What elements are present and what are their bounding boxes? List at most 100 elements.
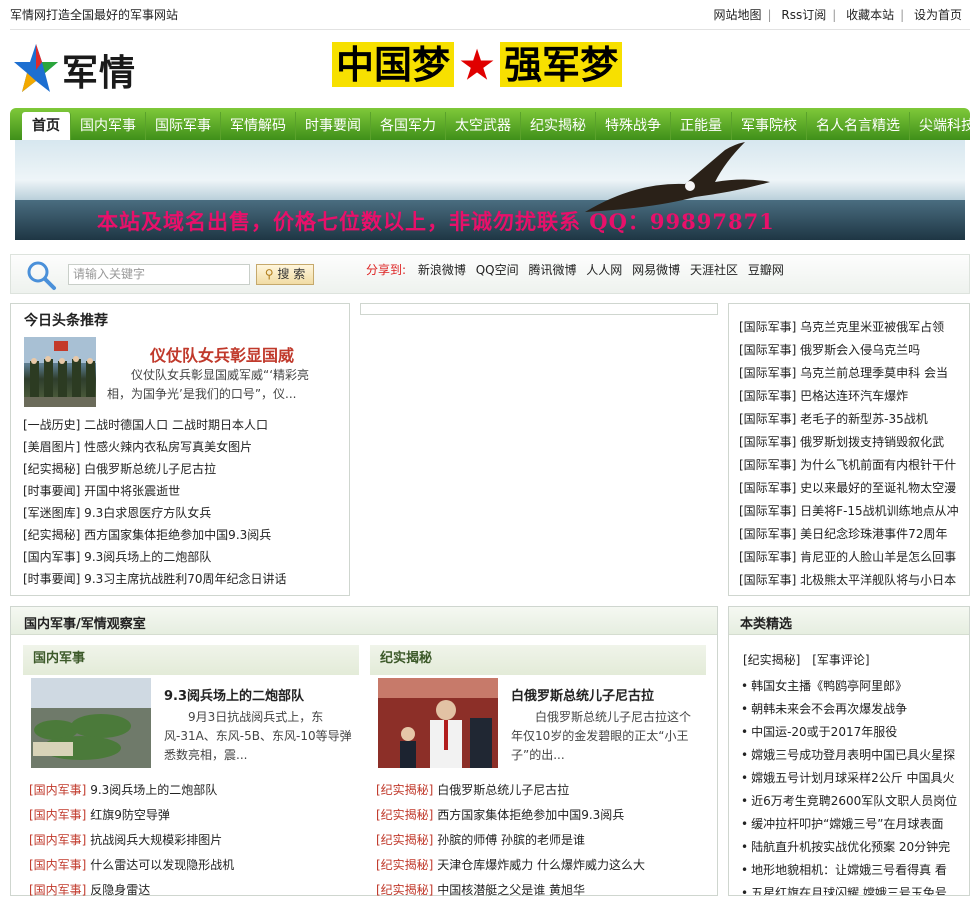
list-item[interactable]: [国际军事] 俄罗斯划拨支持销毁叙化武 xyxy=(739,431,969,454)
nav-news[interactable]: 时事要闻 xyxy=(296,112,371,140)
share-weibo[interactable]: 新浪微博 xyxy=(418,263,466,277)
nav-home[interactable]: 首页 xyxy=(22,112,71,140)
nav-positive-energy[interactable]: 正能量 xyxy=(671,112,732,140)
list-item[interactable]: [国际军事] 为什么飞机前面有内根针干什 xyxy=(739,454,969,477)
list-item[interactable]: [国际军事] 老毛子的新型苏-35战机 xyxy=(739,408,969,431)
rss-link[interactable]: Rss订阅 xyxy=(781,8,826,22)
list-item[interactable]: 五星红旗在月球闪耀 嫦娥三号玉兔号 xyxy=(741,882,969,895)
tag-documentary[interactable]: [纪实揭秘] xyxy=(743,653,800,667)
site-header: 军情网 中国梦★强军梦 xyxy=(10,32,970,146)
top-news-list: [一战历史] 二战时德国人口 二战时期日本人口 [美眉图片] 性感火辣内衣私房写… xyxy=(23,414,287,590)
list-item[interactable]: [国际军事] 北极熊太平洋舰队将与小日本 xyxy=(739,569,969,592)
sitemap-link[interactable]: 网站地图 xyxy=(713,8,761,22)
list-item[interactable]: 地形地貌相机：让嫦娥三号看得真 看 xyxy=(741,859,969,882)
share-tianya[interactable]: 天涯社区 xyxy=(690,263,738,277)
list-item[interactable]: [国际军事] 日美将F-15战机训练地点从冲 xyxy=(739,500,969,523)
list-item[interactable]: [国际军事] 史以来最好的至诞礼物太空漫 xyxy=(739,477,969,500)
list-item[interactable]: [纪实揭秘] 西方国家集体拒绝参加中国9.3阅兵 xyxy=(376,803,706,828)
column-header[interactable]: 纪实揭秘 xyxy=(370,645,706,675)
list-item[interactable]: [美眉图片] 性感火辣内衣私房写真美女图片 xyxy=(23,436,287,458)
domestic-feature-desc: 9月3日抗战阅兵式上，东风-31A、东风-5B、东风-10等导弹悉数亮相，震..… xyxy=(164,710,352,762)
list-item[interactable]: 缓冲拉杆叩护“嫦娥三号”在月球表面 xyxy=(741,813,969,836)
intl-news-list: [国际军事] 乌克兰克里米亚被俄军占领 [国际军事] 俄罗斯会入侵乌克兰吗 [国… xyxy=(739,316,969,592)
section-header: 国内军事/军情观察室 xyxy=(11,607,717,635)
category-picks-list: 韩国女主播《鸭鸥亭阿里郎》 朝韩未来会不会再次爆发战争 中国运-20或于2017… xyxy=(741,675,969,895)
top-bar: 军情网打造全国最好的军事网站 网站地图 | Rss订阅 | 收藏本站 | 设为首页 xyxy=(10,0,970,30)
domestic-feature-title[interactable]: 9.3阅兵场上的二炮部队 xyxy=(164,685,304,704)
category-tags: [纪实揭秘] [军事评论] xyxy=(743,651,878,668)
nav-space-weapons[interactable]: 太空武器 xyxy=(446,112,521,140)
documentary-feature-title[interactable]: 白俄罗斯总统儿子尼古拉 xyxy=(511,685,654,704)
list-item[interactable]: 陆航直升机按实战优化预案 20分钟完 xyxy=(741,836,969,859)
list-item[interactable]: 中国运-20或于2017年服役 xyxy=(741,721,969,744)
list-item[interactable]: [纪实揭秘] 白俄罗斯总统儿子尼古拉 xyxy=(23,458,287,480)
bookmark-link[interactable]: 收藏本站 xyxy=(846,8,894,22)
nav-academies[interactable]: 军事院校 xyxy=(732,112,807,140)
section-title: 国内军事/军情观察室 xyxy=(24,617,146,632)
list-item[interactable]: [军迷图库] 9.3白求恩医疗方队女兵 xyxy=(23,502,287,524)
share-bar: 分享到: 新浪微博 QQ空间 腾讯微博 人人网 网易微博 天涯社区 豆瓣网 xyxy=(366,255,790,285)
share-douban[interactable]: 豆瓣网 xyxy=(748,263,784,277)
top-news-title: 今日头条推荐 xyxy=(24,313,108,329)
share-label: 分享到: xyxy=(366,263,407,277)
main-nav: 首页 国内军事 国际军事 军情解码 时事要闻 各国军力 太空武器 纪实揭秘 特殊战争 正能量 军事院… xyxy=(10,108,970,140)
list-item[interactable]: [时事要闻] 开国中将张震逝世 xyxy=(23,480,287,502)
column-header[interactable]: 国内军事 xyxy=(23,645,359,675)
domestic-feature-image[interactable] xyxy=(31,678,151,768)
top-news-thumbnail[interactable] xyxy=(24,337,96,407)
nav-hitech[interactable]: 尖端科技 xyxy=(910,112,970,140)
nav-quotes[interactable]: 名人名言精选 xyxy=(807,112,910,140)
top-news-headline[interactable]: 仪仗队女兵彰显国威 xyxy=(107,342,337,366)
list-item[interactable]: [国内军事] 抗战阅兵大规模彩排图片 xyxy=(29,828,359,853)
list-item[interactable]: 韩国女主播《鸭鸥亭阿里郎》 xyxy=(741,675,969,698)
list-item[interactable]: [国内军事] 9.3阅兵场上的二炮部队 xyxy=(23,546,287,568)
list-item[interactable]: [国际军事] 乌克兰克里米亚被俄军占领 xyxy=(739,316,969,339)
list-item[interactable]: [纪实揭秘] 天津仓库爆炸威力 什么爆炸威力这么大 xyxy=(376,853,706,878)
share-netease-weibo[interactable]: 网易微博 xyxy=(632,263,680,277)
list-item[interactable]: 嫦娥五号计划月球采样2公斤 中国具火 xyxy=(741,767,969,790)
list-item[interactable]: 近6万考生竞聘2600军队文职人员岗位 xyxy=(741,790,969,813)
documentary-column: 纪实揭秘 白俄罗斯总统儿子尼古拉 白俄罗斯总统儿子尼古拉这个年仅10岁的金发碧眼… xyxy=(370,645,706,897)
list-item[interactable]: [国际军事] 美日纪念珍珠港事件72周年 xyxy=(739,523,969,546)
domestic-list: [国内军事] 9.3阅兵场上的二炮部队 [国内军事] 红旗9防空导弹 [国内军事… xyxy=(29,778,359,903)
list-item[interactable]: 嫦娥三号成功登月表明中国已具火星探 xyxy=(741,744,969,767)
documentary-feature-image[interactable] xyxy=(378,678,498,768)
list-item[interactable]: [纪实揭秘] 孙膑的师傅 孙膑的老师是谁 xyxy=(376,828,706,853)
share-qzone[interactable]: QQ空间 xyxy=(476,263,519,277)
category-picks-box: 本类精选 [纪实揭秘] [军事评论] 韩国女主播《鸭鸥亭阿里郎》 朝韩未来会不会… xyxy=(728,606,970,896)
list-item[interactable]: [国际军事] 巴格达连环汽车爆炸 xyxy=(739,385,969,408)
list-item[interactable]: 朝韩未来会不会再次爆发战争 xyxy=(741,698,969,721)
list-item[interactable]: [国际军事] 俄罗斯会入侵乌克兰吗 xyxy=(739,339,969,362)
search-input[interactable]: 请输入关键字 xyxy=(68,264,250,285)
list-item[interactable]: [时事要闻] 9.3习主席抗战胜利70周年纪念日讲话 xyxy=(23,568,287,590)
nav-decode[interactable]: 军情解码 xyxy=(221,112,296,140)
list-item[interactable]: [国内军事] 9.3阅兵场上的二炮部队 xyxy=(29,778,359,803)
honor-guard-image xyxy=(24,337,96,407)
set-homepage-link[interactable]: 设为首页 xyxy=(914,8,962,22)
share-tencent-weibo[interactable]: 腾讯微博 xyxy=(528,263,576,277)
nav-domestic[interactable]: 国内军事 xyxy=(71,112,146,140)
documentary-list: [纪实揭秘] 白俄罗斯总统儿子尼古拉 [纪实揭秘] 西方国家集体拒绝参加中国9.… xyxy=(376,778,706,903)
list-item[interactable]: [国际军事] 肯尼亚的人脸山羊是怎么回事 xyxy=(739,546,969,569)
list-item[interactable]: [国际军事] 乌克兰前总理季莫申科 会当 xyxy=(739,362,969,385)
list-item[interactable]: [纪实揭秘] 西方国家集体拒绝参加中国9.3阅兵 xyxy=(23,524,287,546)
parade-image xyxy=(31,678,151,768)
site-logo[interactable]: 军情网 xyxy=(12,38,162,146)
share-renren[interactable]: 人人网 xyxy=(586,263,622,277)
top-links: 网站地图 | Rss订阅 | 收藏本站 | 设为首页 xyxy=(713,8,962,22)
intl-news-box: [国际军事] 乌克兰克里米亚被俄军占领 [国际军事] 俄罗斯会入侵乌克兰吗 [国… xyxy=(728,303,970,596)
banner-ad[interactable]: 本站及域名出售，价格七位数以上，非诚勿扰联系 QQ：99897871 xyxy=(15,140,965,240)
list-item[interactable]: [一战历史] 二战时德国人口 二战时期日本人口 xyxy=(23,414,287,436)
tag-commentary[interactable]: [军事评论] xyxy=(812,653,869,667)
category-picks-title: 本类精选 xyxy=(740,617,793,632)
nav-military-power[interactable]: 各国军力 xyxy=(371,112,446,140)
middle-empty-box xyxy=(360,303,718,315)
list-item[interactable]: [国内军事] 什么雷达可以发现隐形战机 xyxy=(29,853,359,878)
list-item[interactable]: [国内军事] 红旗9防空导弹 xyxy=(29,803,359,828)
search-button[interactable]: ⚲ 搜 索 xyxy=(256,264,314,285)
nav-international[interactable]: 国际军事 xyxy=(146,112,221,140)
list-item[interactable]: [纪实揭秘] 白俄罗斯总统儿子尼古拉 xyxy=(376,778,706,803)
top-news-box: 今日头条推荐 仪仗队女兵彰显国威 仪仗队女兵彰显国威军威“‘精彩亮相，为国争光’… xyxy=(10,303,350,596)
nav-documentary[interactable]: 纪实揭秘 xyxy=(521,112,596,140)
nav-special-war[interactable]: 特殊战争 xyxy=(596,112,671,140)
